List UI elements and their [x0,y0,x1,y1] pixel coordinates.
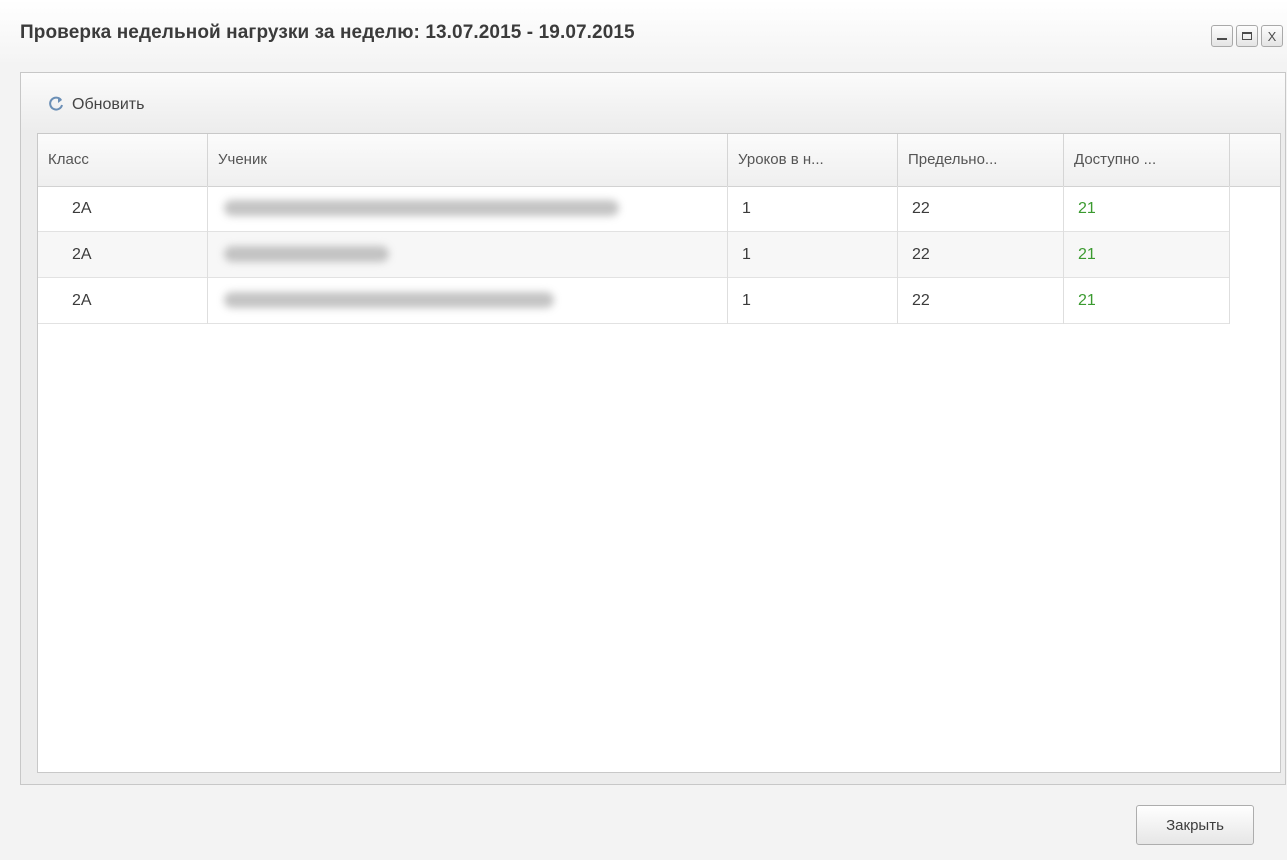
refresh-label: Обновить [72,96,145,113]
minimize-icon[interactable] [1211,25,1233,47]
blurred-student-name [224,200,619,216]
refresh-button[interactable]: Обновить [47,92,144,118]
column-header-limit[interactable]: Предельно... [898,134,1064,186]
table-row[interactable]: 2A 1 22 21 [38,278,1230,324]
column-header-available[interactable]: Доступно ... [1064,134,1230,186]
grid-panel: Обновить Класс Ученик Уроков в н... Пред… [20,72,1286,785]
cell-student [208,186,728,232]
cell-student [208,232,728,278]
cell-lessons: 1 [728,232,898,278]
close-button[interactable]: Закрыть [1136,805,1254,845]
column-header-class[interactable]: Класс [38,134,208,186]
grid-header: Класс Ученик Уроков в н... Предельно... … [38,134,1280,187]
cell-available: 21 [1064,232,1230,278]
column-header-student[interactable]: Ученик [208,134,728,186]
cell-class: 2A [38,278,208,324]
cell-class: 2A [38,232,208,278]
refresh-icon [47,94,65,117]
maximize-icon[interactable] [1236,25,1258,47]
blurred-student-name [224,292,554,308]
blurred-student-name [224,246,389,262]
cell-available: 21 [1064,186,1230,232]
cell-limit: 22 [898,232,1064,278]
cell-class: 2A [38,186,208,232]
column-header-lessons[interactable]: Уроков в н... [728,134,898,186]
weekly-load-check-window: Проверка недельной нагрузки за неделю: 1… [0,0,1287,860]
window-controls: X [1211,25,1283,47]
cell-available: 21 [1064,278,1230,324]
close-icon[interactable]: X [1261,25,1283,47]
table-row[interactable]: 2A 1 22 21 [38,232,1230,278]
load-grid: Класс Ученик Уроков в н... Предельно... … [37,133,1281,773]
window-title: Проверка недельной нагрузки за неделю: 1… [20,22,635,43]
window-titlebar[interactable]: Проверка недельной нагрузки за неделю: 1… [0,0,1287,62]
cell-limit: 22 [898,278,1064,324]
table-row[interactable]: 2A 1 22 21 [38,186,1230,232]
cell-limit: 22 [898,186,1064,232]
cell-student [208,278,728,324]
grid-toolbar: Обновить [21,73,1285,133]
cell-lessons: 1 [728,186,898,232]
cell-lessons: 1 [728,278,898,324]
